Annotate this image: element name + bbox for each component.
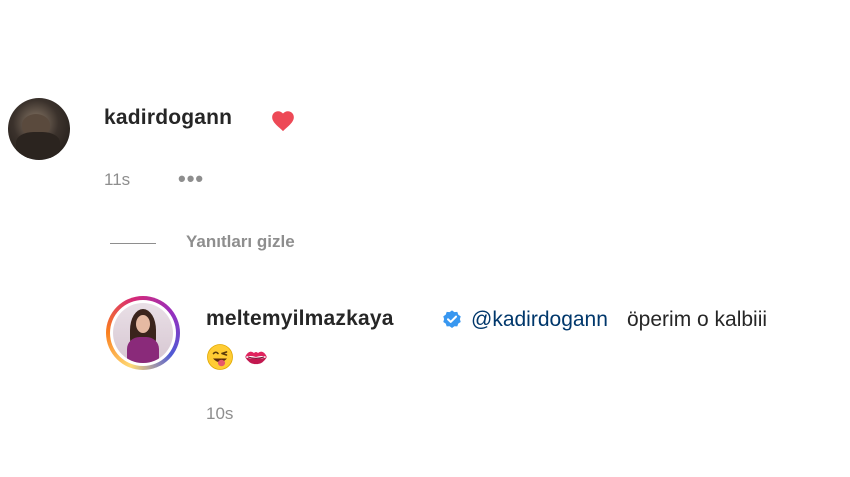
heart-icon: [272, 111, 294, 132]
more-options-button[interactable]: •••: [178, 166, 204, 192]
kiss-mark-icon: [245, 351, 267, 365]
avatar-ring-gap: [110, 300, 176, 366]
hide-replies-button[interactable]: Yanıtları gizle: [186, 232, 295, 252]
avatar-photo-detail: [16, 132, 60, 158]
avatar-meltemyilmazkaya-story-ring[interactable]: [106, 296, 180, 370]
comment-timestamp: 11s: [104, 170, 131, 189]
reply-username[interactable]: meltemyilmazkaya: [206, 307, 394, 331]
reply-mention-link[interactable]: @kadirdogann: [471, 308, 608, 332]
avatar-photo-detail: [127, 337, 159, 363]
comment-username[interactable]: kadirdogann: [104, 106, 232, 130]
avatar-meltemyilmazkaya: [113, 303, 173, 363]
reply-text: öperim o kalbiii: [627, 308, 768, 331]
avatar-photo-detail: [136, 315, 150, 333]
replies-divider-line: [110, 243, 156, 244]
winking-tongue-emoji-icon: [207, 344, 233, 370]
verified-badge-icon: [443, 310, 461, 328]
reply-timestamp: 10s: [206, 404, 234, 423]
avatar-kadirdogann[interactable]: [8, 98, 70, 160]
